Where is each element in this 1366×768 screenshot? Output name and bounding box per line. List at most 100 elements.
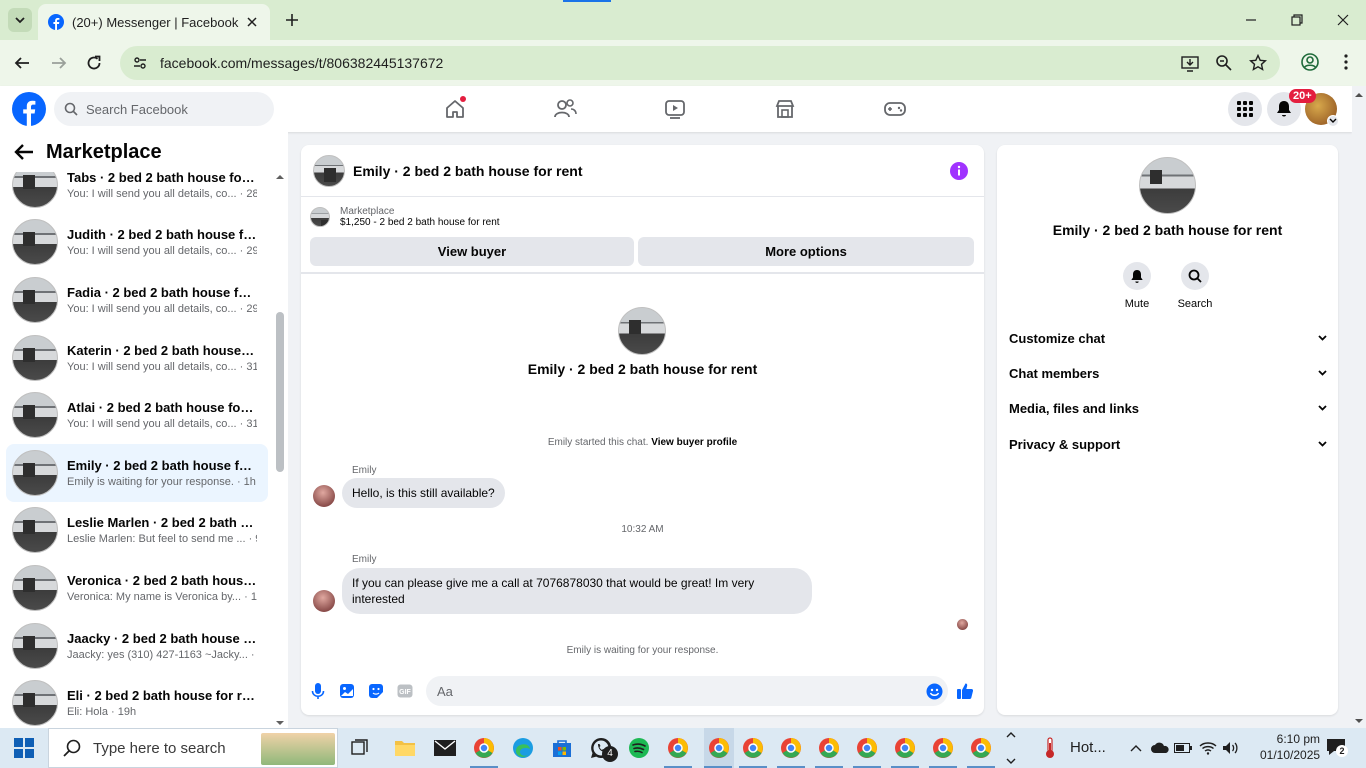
profile-icon[interactable] xyxy=(1300,52,1320,72)
tray-overflow-button[interactable] xyxy=(1124,736,1148,760)
conversation-item[interactable]: Veronica · 2 bed 2 bath house f... Veroni… xyxy=(6,559,268,617)
onedrive-icon[interactable] xyxy=(1148,736,1172,760)
message-bubble[interactable]: Hello, is this still available? xyxy=(342,478,505,508)
close-window-button[interactable] xyxy=(1333,10,1353,30)
facebook-logo-icon[interactable] xyxy=(12,92,46,126)
view-buyer-profile-link[interactable]: View buyer profile xyxy=(651,437,737,448)
conversation-item[interactable]: Jaacky · 2 bed 2 bath house for ... Jaack… xyxy=(6,617,268,675)
conversation-item[interactable]: Atlai · 2 bed 2 bath house for rent You: … xyxy=(6,386,268,444)
chat-header[interactable]: Emily · 2 bed 2 bath house for rent xyxy=(301,145,984,197)
attach-photo-button[interactable] xyxy=(338,682,356,700)
chrome-profile-app[interactable] xyxy=(893,736,917,760)
conversation-name: Judith · 2 bed 2 bath house for ... xyxy=(67,227,257,243)
conversation-item[interactable]: Judith · 2 bed 2 bath house for ... You: … xyxy=(6,214,268,272)
chrome-profile-app[interactable] xyxy=(666,736,690,760)
new-tab-button[interactable] xyxy=(282,10,302,30)
conversation-item[interactable]: Eli · 2 bed 2 bath house for rent Eli: Ho… xyxy=(6,674,268,728)
notification-center-button[interactable]: 2 xyxy=(1326,738,1348,757)
chrome-profile-app[interactable] xyxy=(969,736,993,760)
site-info-icon[interactable] xyxy=(132,55,148,71)
conversation-name: Katerin · 2 bed 2 bath house for... xyxy=(67,342,257,358)
install-app-icon[interactable] xyxy=(1180,53,1200,73)
minimize-icon xyxy=(1246,19,1256,21)
facebook-search-bar[interactable]: Search Facebook xyxy=(54,92,274,126)
conversation-item[interactable]: Emily · 2 bed 2 bath house for r... Emily… xyxy=(6,443,268,502)
conversation-item[interactable]: Leslie Marlen · 2 bed 2 bath ho... Leslie… xyxy=(6,502,268,560)
media-files-links-section[interactable]: Media, files and links xyxy=(1009,397,1327,419)
chat-members-section[interactable]: Chat members xyxy=(1009,362,1327,384)
browser-menu-icon[interactable] xyxy=(1336,52,1356,72)
taskbar-search-box[interactable]: Type here to search xyxy=(48,728,338,768)
account-chevron-icon[interactable] xyxy=(1327,115,1339,127)
chrome-profile-app[interactable] xyxy=(931,736,955,760)
conversation-snippet: Veronica: My name is Veronica by... · 13… xyxy=(67,590,257,603)
chrome-app[interactable] xyxy=(472,736,496,760)
bookmark-star-icon[interactable] xyxy=(1248,53,1268,73)
conversation-item[interactable]: Fadia · 2 bed 2 bath house for r... You: … xyxy=(6,271,268,329)
conversation-item[interactable]: Katerin · 2 bed 2 bath house for... You: … xyxy=(6,329,268,387)
edge-app[interactable] xyxy=(511,736,535,760)
nav-home[interactable] xyxy=(442,96,468,122)
windows-start-icon[interactable] xyxy=(14,738,34,758)
emoji-button[interactable] xyxy=(925,682,943,700)
back-arrow-button[interactable] xyxy=(14,143,34,161)
reload-button[interactable] xyxy=(83,52,105,74)
close-tab-icon[interactable] xyxy=(244,14,260,30)
weather-widget[interactable] xyxy=(1038,736,1062,760)
volume-icon[interactable] xyxy=(1219,736,1243,760)
chrome-profile-app[interactable] xyxy=(741,736,765,760)
chrome-profile-app[interactable] xyxy=(855,736,879,760)
message-bubble[interactable]: If you can please give me a call at 7076… xyxy=(342,568,812,614)
browser-tab-messenger[interactable]: (20+) Messenger | Facebook xyxy=(38,4,270,40)
file-explorer-app[interactable] xyxy=(393,736,417,760)
sidebar-scroll-thumb[interactable] xyxy=(276,312,284,472)
nav-gaming[interactable] xyxy=(882,96,908,122)
info-icon[interactable] xyxy=(950,162,968,180)
minimize-button[interactable] xyxy=(1241,10,1261,30)
restore-button[interactable] xyxy=(1287,10,1307,30)
chrome-profile-app[interactable] xyxy=(779,736,803,760)
back-button[interactable] xyxy=(11,52,33,74)
tab-title: (20+) Messenger | Facebook xyxy=(72,14,239,30)
voice-clip-button[interactable] xyxy=(309,682,327,700)
listing-title[interactable]: $1,250 - 2 bed 2 bath house for rent xyxy=(340,217,500,228)
chat-title: Emily · 2 bed 2 bath house for rent xyxy=(353,162,583,179)
sender-avatar[interactable] xyxy=(313,590,335,612)
listing-thumbnail[interactable] xyxy=(310,207,330,227)
wifi-icon[interactable] xyxy=(1196,736,1220,760)
chrome-icon xyxy=(709,738,729,758)
sender-avatar[interactable] xyxy=(313,485,335,507)
mute-button[interactable]: Mute xyxy=(1112,262,1162,310)
page-scrollbar[interactable] xyxy=(1352,86,1366,728)
system-clock[interactable]: 6:10 pm 01/10/2025 xyxy=(1260,731,1320,763)
battery-icon[interactable] xyxy=(1171,736,1195,760)
store-app[interactable] xyxy=(550,736,574,760)
conversation-thumbnail xyxy=(12,276,58,323)
nav-friends[interactable] xyxy=(552,96,578,122)
search-in-chat-button[interactable]: Search xyxy=(1170,262,1220,310)
spotify-icon xyxy=(629,738,649,758)
task-view-button[interactable] xyxy=(349,736,373,760)
like-button[interactable] xyxy=(956,682,974,700)
more-options-button[interactable]: More options xyxy=(638,237,974,266)
spotify-app[interactable] xyxy=(627,736,651,760)
sticker-button[interactable] xyxy=(367,682,385,700)
sidebar-scrollbar[interactable] xyxy=(274,172,286,728)
message-input[interactable]: Aa xyxy=(426,676,948,706)
gaming-icon xyxy=(884,102,906,116)
tab-search-button[interactable] xyxy=(8,8,32,32)
mail-app[interactable] xyxy=(433,736,457,760)
customize-chat-section[interactable]: Customize chat xyxy=(1009,327,1327,349)
address-bar[interactable]: facebook.com/messages/t/806382445137672 xyxy=(120,46,1280,80)
gif-button[interactable]: GIF xyxy=(396,682,414,700)
chrome-profile-app[interactable] xyxy=(817,736,841,760)
forward-button[interactable] xyxy=(48,52,70,74)
privacy-support-section[interactable]: Privacy & support xyxy=(1009,433,1327,455)
taskbar-scroll[interactable] xyxy=(1003,728,1019,768)
view-buyer-button[interactable]: View buyer xyxy=(310,237,634,266)
nav-video[interactable] xyxy=(662,96,688,122)
nav-marketplace[interactable] xyxy=(772,96,798,122)
menu-grid-button[interactable] xyxy=(1228,92,1262,126)
zoom-icon[interactable] xyxy=(1214,53,1234,73)
chrome-profile-app-active[interactable] xyxy=(704,728,734,768)
